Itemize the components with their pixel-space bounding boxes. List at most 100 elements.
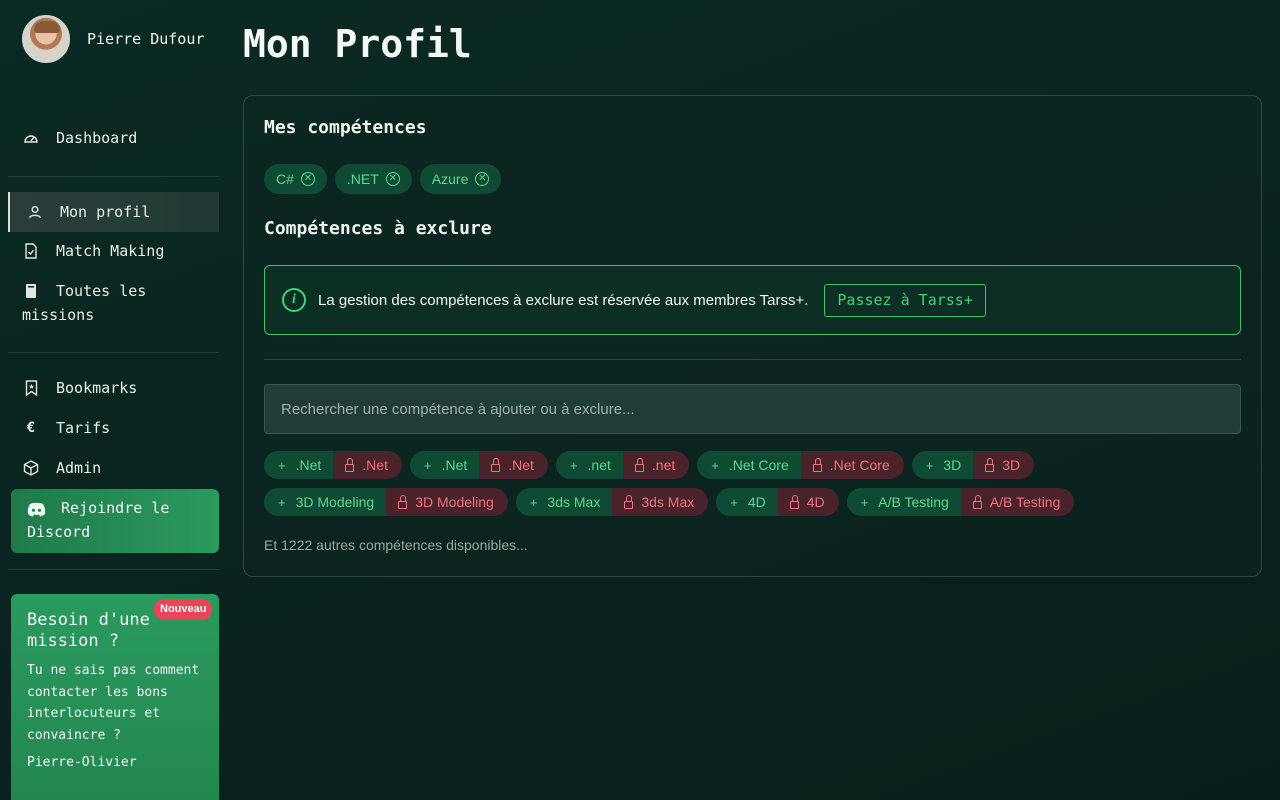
profile-card: Mes compétences C# ✕ .NET ✕ Azure ✕ Comp…	[243, 95, 1262, 577]
sidebar-item-label: Admin	[56, 459, 102, 477]
close-circle-icon[interactable]: ✕	[475, 172, 490, 186]
exclude-skill-button[interactable]: 3D	[973, 451, 1035, 479]
plus-icon: +	[860, 494, 869, 510]
sidebar-item-admin[interactable]: Admin	[8, 456, 219, 480]
sidebar-item-profile[interactable]: Mon profil	[8, 192, 219, 232]
skill-tag[interactable]: C# ✕	[264, 164, 327, 194]
chip-row: + .Net .Net + .Net .Net + .net .net + .Net C…	[264, 451, 1244, 479]
exclude-skill-button[interactable]: A/B Testing	[960, 488, 1075, 516]
skill-suggestion: + .net .net	[555, 451, 690, 479]
promo-text: Tu ne sais pas comment contacter les bon…	[27, 663, 200, 743]
exclude-title: Compétences à exclure	[264, 218, 492, 239]
sidebar-item-label: Dashboard	[56, 129, 138, 147]
new-badge: Nouveau	[154, 599, 213, 620]
promo-author: Pierre-Olivier	[27, 755, 137, 770]
page-title: Mon Profil	[243, 22, 472, 66]
skill-suggestion: +3ds Max 3ds Max	[515, 488, 709, 516]
discord-button[interactable]: Rejoindre le Discord	[11, 489, 219, 553]
exclude-skill-button[interactable]: .net	[622, 451, 690, 479]
divider	[8, 176, 219, 177]
sidebar-item-pricing[interactable]: € Tarifs	[8, 416, 219, 440]
plus-icon: +	[711, 457, 719, 473]
sidebar-item-missions[interactable]: Toutes les missions	[8, 279, 219, 327]
file-check-icon	[22, 239, 40, 263]
skill-tags: C# ✕ .NET ✕ Azure ✕	[264, 164, 502, 194]
more-skills-text: Et 1222 autres compétences disponibles..…	[264, 537, 528, 553]
avatar[interactable]	[22, 15, 70, 63]
plus-icon: +	[730, 494, 738, 510]
exclude-skill-button[interactable]: .Net Core	[800, 451, 904, 479]
add-skill-button[interactable]: + .Net	[409, 451, 480, 479]
discord-label-cont: Discord	[27, 523, 91, 541]
plus-icon: +	[423, 457, 432, 473]
skill-suggestion: + .Net .Net	[409, 451, 548, 479]
divider	[264, 359, 1241, 360]
lock-icon	[812, 457, 822, 472]
skill-suggestion: +3D Modeling 3D Modeling	[264, 488, 508, 516]
add-skill-button[interactable]: + .net	[555, 451, 623, 479]
exclude-skill-button[interactable]: .Net	[479, 451, 548, 479]
lock-icon	[491, 457, 501, 472]
sidebar-item-label: Mon profil	[60, 203, 151, 221]
skill-suggestion: +3D 3D	[911, 451, 1035, 479]
user-name: Pierre Dufour	[87, 30, 205, 48]
lock-icon	[985, 457, 995, 472]
lock-icon	[624, 494, 634, 509]
sidebar-item-dashboard[interactable]: Dashboard	[8, 126, 219, 150]
exclude-skill-button[interactable]: 4D	[777, 488, 839, 516]
lock-icon	[345, 457, 355, 472]
cube-icon	[22, 456, 40, 480]
add-skill-button[interactable]: +3D Modeling	[264, 488, 387, 516]
skill-tag-label: C#	[276, 171, 294, 187]
user-icon	[26, 200, 44, 224]
skill-suggestion: + .Net .Net	[264, 451, 402, 479]
document-icon	[22, 279, 40, 303]
add-skill-button[interactable]: +3ds Max	[515, 488, 613, 516]
exclude-skill-button[interactable]: 3D Modeling	[386, 488, 508, 516]
suggestion-chips: + .Net .Net + .Net .Net + .net .net + .Net C…	[264, 451, 1244, 525]
skill-search-input[interactable]	[264, 384, 1241, 434]
upgrade-button[interactable]: Passez à Tarss+	[824, 283, 986, 317]
sidebar-item-label: Toutes les	[56, 282, 147, 300]
info-alert: i La gestion des compétences à exclure e…	[264, 265, 1241, 335]
skill-tag-label: .NET	[346, 171, 379, 187]
skill-suggestion: + .Net Core .Net Core	[697, 451, 904, 479]
add-skill-button[interactable]: + .Net Core	[697, 451, 801, 479]
add-skill-button[interactable]: +4D	[716, 488, 778, 516]
add-skill-button[interactable]: + A/B Testing	[846, 488, 961, 516]
gauge-icon	[22, 126, 40, 150]
skill-suggestion: + A/B Testing A/B Testing	[846, 488, 1075, 516]
plus-icon: +	[278, 494, 286, 510]
sidebar: Pierre Dufour Dashboard Mon profil Match…	[0, 0, 230, 800]
close-circle-icon[interactable]: ✕	[300, 172, 315, 186]
lock-icon	[398, 494, 408, 509]
sidebar-item-label-cont: missions	[22, 306, 95, 324]
lock-icon	[634, 457, 644, 472]
euro-icon: €	[26, 420, 36, 436]
close-circle-icon[interactable]: ✕	[385, 172, 400, 186]
skill-suggestion: +4D 4D	[716, 488, 839, 516]
bookmark-icon	[22, 376, 40, 400]
skill-tag-label: Azure	[431, 171, 469, 187]
add-skill-button[interactable]: + .Net	[264, 451, 334, 479]
skill-tag[interactable]: .NET ✕	[334, 164, 412, 194]
plus-icon: +	[529, 494, 538, 510]
sidebar-item-label: Tarifs	[56, 419, 111, 437]
user-profile[interactable]: Pierre Dufour	[22, 15, 204, 63]
sidebar-item-label: Match Making	[56, 242, 165, 260]
exclude-skill-button[interactable]: 3ds Max	[612, 488, 709, 516]
chip-row: +3D Modeling 3D Modeling +3ds Max 3ds Ma…	[264, 488, 1244, 516]
promo-card[interactable]: Besoin d'une mission ? Tu ne sais pas co…	[11, 594, 219, 800]
skill-tag[interactable]: Azure ✕	[419, 164, 502, 194]
sidebar-item-label: Bookmarks	[56, 379, 138, 397]
divider	[8, 569, 219, 570]
divider	[8, 352, 219, 353]
sidebar-item-bookmarks[interactable]: Bookmarks	[8, 376, 219, 400]
sidebar-item-match-making[interactable]: Match Making	[8, 239, 219, 263]
add-skill-button[interactable]: +3D	[911, 451, 974, 479]
info-icon: i	[282, 288, 306, 312]
discord-label: Rejoindre le	[61, 499, 170, 517]
plus-icon: +	[569, 457, 578, 473]
plus-icon: +	[925, 457, 934, 473]
exclude-skill-button[interactable]: .Net	[333, 451, 402, 479]
